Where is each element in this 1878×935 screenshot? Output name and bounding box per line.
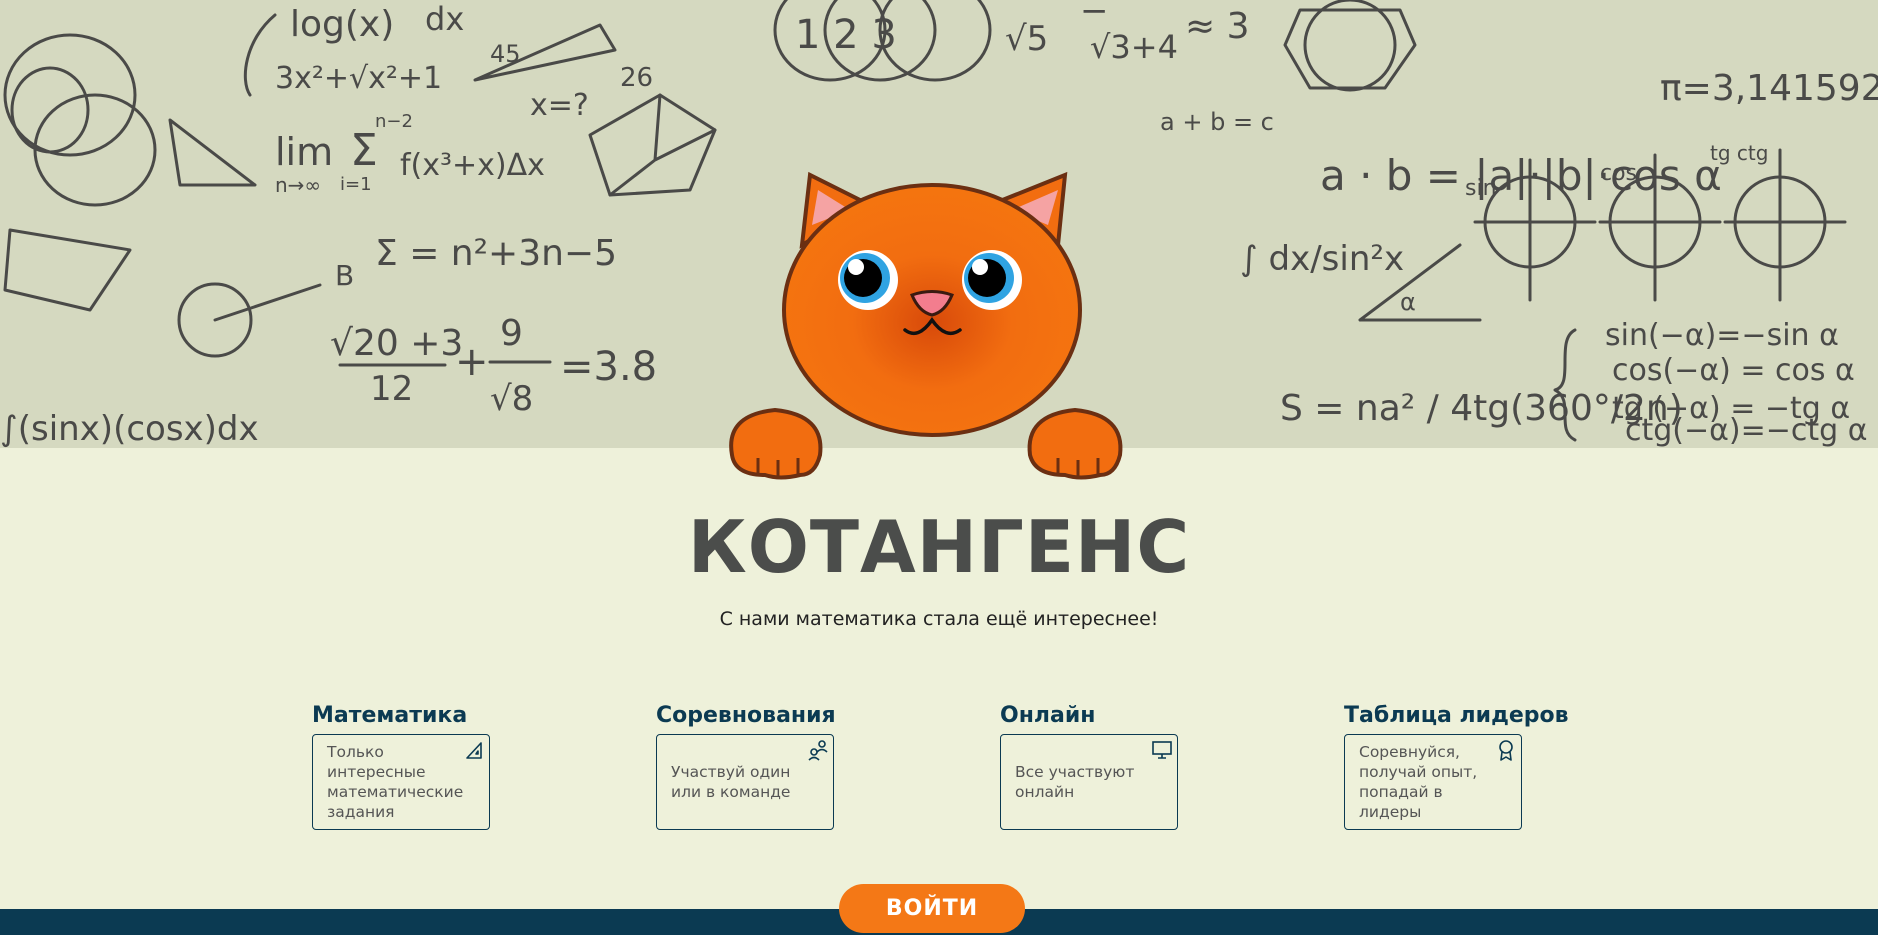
feature-title: Таблица лидеров	[1344, 703, 1569, 728]
feature-online: Онлайн Все участвуют онлайн	[1000, 703, 1240, 830]
formula-sum-top: n−2	[375, 111, 413, 132]
feature-title: Математика	[312, 703, 468, 728]
feature-card: Только интересные математические задания	[312, 734, 490, 830]
formula-cos: cos	[1600, 161, 1637, 186]
feature-text: Участвуй один или в команде	[671, 763, 791, 801]
right-paw	[1027, 407, 1123, 480]
right-eye	[962, 250, 1022, 310]
feature-title: Онлайн	[1000, 703, 1096, 728]
feature-title: Соревнования	[656, 703, 836, 728]
formula-sum-sub: i=1	[340, 174, 372, 195]
award-icon	[1499, 740, 1513, 761]
feature-card: Все участвуют онлайн	[1000, 734, 1178, 830]
formula-angle-alpha: α	[1400, 288, 1416, 316]
formula-approx: ≈ 3	[1185, 6, 1250, 47]
formula-log: log(x)	[290, 4, 394, 45]
formula-poly: 3x²+√x²+1	[275, 61, 442, 96]
identity-sin: sin(−α)=−sin α	[1605, 318, 1839, 353]
feature-text: Только интересные математические задания	[327, 743, 464, 821]
formula-sigma: Σ = n²+3n−5	[375, 233, 617, 274]
formula-plus: +	[455, 339, 489, 385]
label-b: B	[335, 259, 354, 292]
feature-text: Соревнуйся, получай опыт, попадай в лиде…	[1359, 743, 1478, 821]
formula-lim: lim	[275, 130, 333, 174]
formula-26: 26	[620, 63, 653, 93]
formula-int-dx: ∫ dx/sin²x	[1240, 239, 1404, 279]
formula-angle-45: 45	[490, 40, 521, 68]
formula-integral: ∫(sinx)(cosx)dx	[0, 409, 259, 448]
identity-ctg: ctg(−α)=−ctg α	[1625, 413, 1868, 448]
venn-labels: 1 2 3	[795, 12, 897, 58]
formula-frac1-num: √20 +3	[330, 323, 463, 364]
formula-eq38: =3.8	[560, 344, 657, 390]
sigma-sign: Σ	[350, 125, 378, 176]
formula-xq: x=?	[530, 88, 589, 123]
formula-minus: −	[1080, 0, 1109, 31]
formula-pi: π=3,141592	[1660, 68, 1878, 109]
identity-cos: cos(−α) = cos α	[1612, 353, 1855, 388]
formula-tg-ctg: tg ctg	[1710, 141, 1768, 165]
triangle-ruler-icon	[466, 742, 482, 759]
formula-frac2-den: √8	[490, 379, 533, 419]
formula-frac2-num: 9	[500, 313, 523, 354]
site-tagline: С нами математика стала ещё интереснее!	[719, 608, 1159, 630]
left-eye	[838, 250, 898, 310]
formula-abc: a + b = c	[1160, 108, 1274, 136]
site-title: КОТАНГЕНС	[687, 505, 1191, 589]
feature-leaderboard: Таблица лидеров Соревнуйся, получай опыт…	[1344, 703, 1584, 830]
formula-sqrt5: √5	[1005, 19, 1048, 59]
feature-card: Участвуй один или в команде	[656, 734, 834, 830]
feature-card: Соревнуйся, получай опыт, попадай в лиде…	[1344, 734, 1522, 830]
feature-competitions: Соревнования Участвуй один или в команде	[656, 703, 896, 830]
monitor-icon	[1152, 741, 1172, 759]
cat-mascot	[729, 171, 1123, 480]
formula-sqrt3: √3+4	[1090, 28, 1178, 66]
formula-frac1-den: 12	[370, 369, 413, 409]
users-icon	[808, 740, 828, 761]
formula-dx: dx	[425, 0, 464, 38]
feature-math: Математика Только интересные математичес…	[312, 703, 552, 830]
formula-sin: sin	[1465, 176, 1497, 201]
formula-dot-product: a · b = |a|·|b|·cos α	[1320, 151, 1722, 200]
formula-lim-sub: n→∞	[275, 173, 321, 197]
formula-sum-body: f(x³+x)Δx	[400, 148, 545, 183]
left-paw	[729, 407, 823, 480]
feature-text: Все участвуют онлайн	[1015, 763, 1135, 801]
login-button[interactable]: ВОЙТИ	[839, 884, 1025, 933]
